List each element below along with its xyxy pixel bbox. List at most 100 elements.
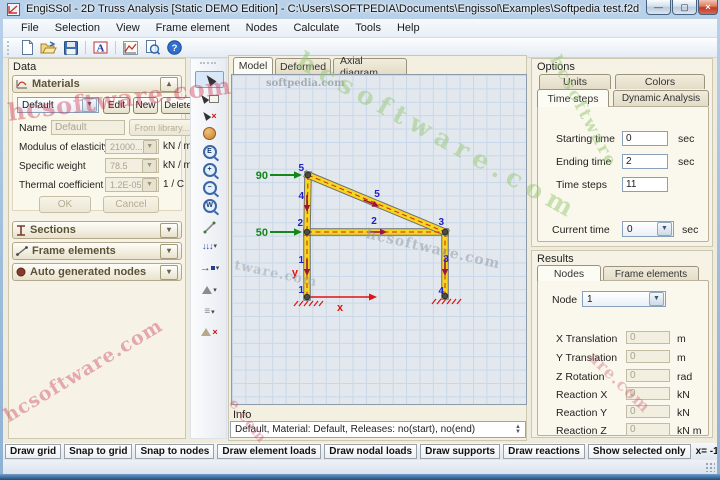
- cursor-glyph: [198, 93, 210, 104]
- starting-time-input[interactable]: 0: [622, 131, 668, 146]
- reaction-y-value: 0: [626, 405, 670, 418]
- tab-colors[interactable]: Colors: [615, 74, 705, 89]
- tab-units[interactable]: Units: [539, 74, 611, 89]
- close-icon: ×: [705, 2, 711, 12]
- pan-glyph: [203, 127, 216, 140]
- info-spinner[interactable]: ▲ ▼: [515, 424, 521, 435]
- menu-view[interactable]: View: [108, 20, 148, 36]
- starting-time-unit: sec: [678, 133, 695, 145]
- app-icon: [7, 3, 20, 16]
- materials-icon: [16, 80, 27, 89]
- cancel-button[interactable]: Cancel: [103, 196, 159, 213]
- snap-to-grid-toggle[interactable]: Snap to grid: [64, 444, 133, 459]
- menu-tools[interactable]: Tools: [347, 20, 389, 36]
- drawing-toolbar: × E + − W ↓↓↓ ▾ → ▾ ▾ ≡ ▾ ×: [190, 58, 227, 439]
- pan-icon[interactable]: [195, 125, 224, 142]
- ok-button[interactable]: OK: [39, 196, 91, 213]
- nodal-load-icon[interactable]: → ▾: [195, 259, 224, 276]
- chevron-down-icon: ▾: [213, 286, 217, 294]
- print-preview-icon[interactable]: [143, 39, 162, 56]
- delete-support-icon[interactable]: ×: [195, 323, 224, 340]
- svg-text:2: 2: [371, 216, 377, 227]
- spring-support-icon[interactable]: ≡ ▾: [195, 303, 224, 320]
- draw-supports-toggle[interactable]: Draw supports: [420, 444, 501, 459]
- expand-chevron-icon[interactable]: ▾: [160, 243, 178, 259]
- menu-help[interactable]: Help: [389, 20, 428, 36]
- expand-chevron-icon[interactable]: ▾: [160, 264, 178, 280]
- tab-dynamic-analysis[interactable]: Dynamic Analysis: [613, 90, 709, 106]
- zoom-in-icon[interactable]: +: [195, 161, 224, 178]
- magnifier-glyph: W: [202, 198, 217, 213]
- expand-chevron-icon[interactable]: ▾: [160, 222, 178, 238]
- y-translation-label: Y Translation: [556, 352, 618, 364]
- draw-grid-toggle[interactable]: Draw grid: [5, 444, 62, 459]
- edit-material-button[interactable]: Edit: [103, 97, 130, 114]
- draw-nodal-loads-toggle[interactable]: Draw nodal loads: [324, 444, 418, 459]
- tab-deformed[interactable]: Deformed: [275, 58, 331, 75]
- node-select[interactable]: 1 ▼: [582, 291, 666, 307]
- snap-to-nodes-toggle[interactable]: Snap to nodes: [135, 444, 215, 459]
- draw-reactions-toggle[interactable]: Draw reactions: [503, 444, 585, 459]
- tab-axial-diagram[interactable]: Axial diagram: [333, 55, 407, 79]
- name-field[interactable]: Default: [51, 120, 125, 135]
- select-window-icon[interactable]: [195, 90, 224, 107]
- tab-nodes[interactable]: Nodes: [537, 265, 601, 281]
- svg-text:x: x: [337, 302, 344, 314]
- current-time-select[interactable]: 0 ▼: [622, 221, 674, 237]
- tab-time-steps[interactable]: Time steps: [537, 89, 609, 107]
- new-material-button[interactable]: New: [133, 97, 158, 114]
- deselect-icon[interactable]: ×: [195, 107, 224, 124]
- cursor-glyph: [202, 72, 217, 87]
- collapse-chevron-icon[interactable]: ▴: [160, 76, 178, 92]
- auto-generated-nodes-section-label: Auto generated nodes: [30, 266, 147, 278]
- draw-element-loads-toggle[interactable]: Draw element loads: [217, 444, 322, 459]
- new-file-icon[interactable]: [17, 39, 36, 56]
- svg-text:90: 90: [256, 170, 268, 182]
- materials-section-header[interactable]: Materials ▴: [12, 75, 182, 93]
- time-steps-input[interactable]: 11: [622, 177, 668, 192]
- menu-frame-element[interactable]: Frame element: [148, 20, 238, 36]
- element-load-icon[interactable]: ↓↓↓ ▾: [195, 237, 224, 254]
- specific-weight-value: 78.5: [110, 160, 128, 171]
- select-pointer-icon[interactable]: [195, 71, 224, 88]
- reaction-y-label: Reaction Y: [556, 407, 608, 419]
- auto-generated-nodes-section-header[interactable]: Auto generated nodes ▾: [12, 263, 182, 281]
- menu-nodes[interactable]: Nodes: [238, 20, 286, 36]
- sections-section-header[interactable]: Sections ▾: [12, 221, 182, 239]
- zoom-window-icon[interactable]: W: [195, 197, 224, 214]
- toolbar-separator: [115, 41, 116, 54]
- from-library-button[interactable]: From library...: [129, 119, 195, 136]
- resize-grip[interactable]: [705, 462, 715, 472]
- z-rotation-value: 0: [626, 369, 670, 382]
- zoom-extents-icon[interactable]: E: [195, 143, 224, 160]
- tab-frame-elements[interactable]: Frame elements: [603, 266, 699, 281]
- model-canvas[interactable]: x y 90 50 1 2 3 4 5 1 2 3 4 5: [231, 74, 527, 405]
- thermal-coefficient-select[interactable]: 1.2E-05 ▼: [105, 177, 159, 192]
- help-icon[interactable]: ?: [165, 39, 184, 56]
- chart-icon[interactable]: [121, 39, 140, 56]
- svg-text:A: A: [97, 43, 105, 55]
- spinner-down-icon[interactable]: ▼: [515, 429, 521, 435]
- material-select[interactable]: Default ▼: [17, 97, 99, 113]
- draw-element-icon[interactable]: [195, 219, 224, 236]
- zoom-out-icon[interactable]: −: [195, 179, 224, 196]
- tab-model[interactable]: Model: [233, 57, 273, 74]
- close-button[interactable]: ×: [698, 0, 718, 15]
- open-file-icon[interactable]: [39, 39, 58, 56]
- modulus-select[interactable]: 21000... ▼: [105, 139, 159, 154]
- results-title: Results: [537, 253, 574, 265]
- arrow-right-glyph: →: [199, 261, 211, 274]
- specific-weight-select[interactable]: 78.5 ▼: [105, 158, 159, 173]
- menu-selection[interactable]: Selection: [47, 20, 108, 36]
- frame-elements-section-header[interactable]: Frame elements ▾: [12, 242, 182, 260]
- menu-calculate[interactable]: Calculate: [285, 20, 347, 36]
- show-selected-only-toggle[interactable]: Show selected only: [587, 444, 691, 459]
- title-bar[interactable]: EngiSSol - 2D Truss Analysis [Static DEM…: [0, 0, 720, 19]
- minimize-button[interactable]: —: [646, 0, 671, 15]
- font-icon[interactable]: A: [91, 39, 110, 56]
- maximize-button[interactable]: ▢: [672, 0, 697, 15]
- menu-file[interactable]: File: [13, 20, 47, 36]
- ending-time-input[interactable]: 2: [622, 154, 668, 169]
- save-icon[interactable]: [61, 39, 80, 56]
- support-icon[interactable]: ▾: [195, 281, 224, 298]
